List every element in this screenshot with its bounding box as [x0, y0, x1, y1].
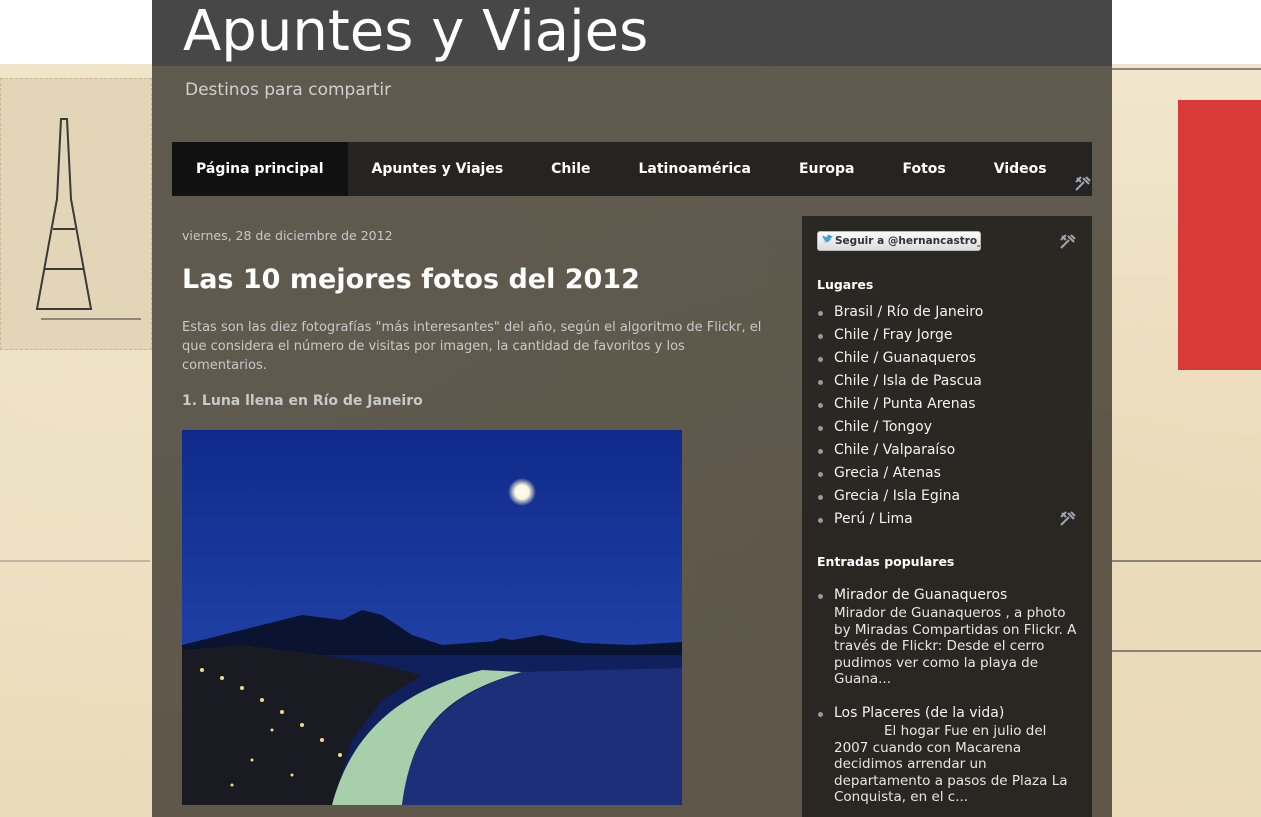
postmark-line [1112, 68, 1261, 70]
popular-post-snippet: El hogar Fue en julio del 2007 cuando co… [834, 723, 1068, 805]
postmark-line [1112, 560, 1261, 562]
place-item[interactable]: Chile / Punta Arenas [817, 393, 1079, 416]
place-item[interactable]: Chile / Tongoy [817, 416, 1079, 439]
post-intro: Estas son las diez fotografías "más inte… [182, 320, 762, 373]
site-title[interactable]: Apuntes y Viajes [183, 0, 648, 64]
place-item[interactable]: Chile / Valparaíso [817, 439, 1079, 462]
nav-item-videos[interactable]: Videos [970, 142, 1071, 196]
places-widget-title: Lugares [817, 277, 874, 292]
twitter-follow-button[interactable]: Seguir a @hernancastro_ [817, 231, 981, 251]
postmark-line [0, 560, 150, 562]
popular-post-snippet: Mirador de Guanaqueros , a photo by Mira… [834, 605, 1077, 687]
place-item[interactable]: Brasil / Río de Janeiro [817, 301, 1079, 324]
place-item[interactable]: Grecia / Atenas [817, 462, 1079, 485]
place-item[interactable]: Grecia / Isla Egina [817, 485, 1079, 508]
follow-label: Seguir a @hernancastro_ [835, 235, 981, 247]
place-item[interactable]: Perú / Lima [817, 508, 1079, 531]
wrench-icon[interactable] [1059, 510, 1077, 528]
nav-item-chile[interactable]: Chile [527, 142, 614, 196]
nav-item-apuntes-y-viajes[interactable]: Apuntes y Viajes [348, 142, 528, 196]
main-nav: Página principal Apuntes y Viajes Chile … [172, 142, 1092, 196]
eiffel-stamp-decoration [0, 78, 152, 350]
popular-post: Mirador de Guanaqueros Mirador de Guanaq… [817, 586, 1079, 688]
post-title[interactable]: Las 10 mejores fotos del 2012 [182, 264, 640, 295]
place-item[interactable]: Chile / Isla de Pascua [817, 370, 1079, 393]
red-stamp-decoration [1178, 100, 1261, 370]
nav-item-europa[interactable]: Europa [775, 142, 879, 196]
rio-full-moon-photo[interactable] [182, 430, 682, 805]
popular-widget-title: Entradas populares [817, 554, 955, 569]
wrench-icon[interactable] [1074, 175, 1092, 193]
wrench-icon[interactable] [1059, 233, 1077, 251]
places-list: Brasil / Río de Janeiro Chile / Fray Jor… [817, 301, 1079, 531]
twitter-bird-icon [821, 232, 835, 250]
place-item[interactable]: Chile / Guanaqueros [817, 347, 1079, 370]
main-column: Apuntes y Viajes Destinos para compartir… [152, 0, 1112, 817]
post-date: viernes, 28 de diciembre de 2012 [182, 228, 393, 243]
popular-post-title[interactable]: Mirador de Guanaqueros [817, 586, 1079, 605]
postmark-line [1112, 650, 1261, 652]
nav-item-pagina-principal[interactable]: Página principal [172, 142, 348, 196]
site-description: Destinos para compartir [185, 80, 392, 100]
nav-item-latinoamerica[interactable]: Latinoamérica [615, 142, 775, 196]
nav-item-fotos[interactable]: Fotos [878, 142, 969, 196]
place-item[interactable]: Chile / Fray Jorge [817, 324, 1079, 347]
post-subheading: 1. Luna llena en Río de Janeiro [182, 393, 423, 409]
sidebar: Seguir a @hernancastro_ Lugares Brasil /… [802, 216, 1092, 817]
popular-post: Los Placeres (de la vida) El hogar Fue e… [817, 704, 1079, 806]
popular-post-title[interactable]: Los Placeres (de la vida) [817, 704, 1079, 723]
